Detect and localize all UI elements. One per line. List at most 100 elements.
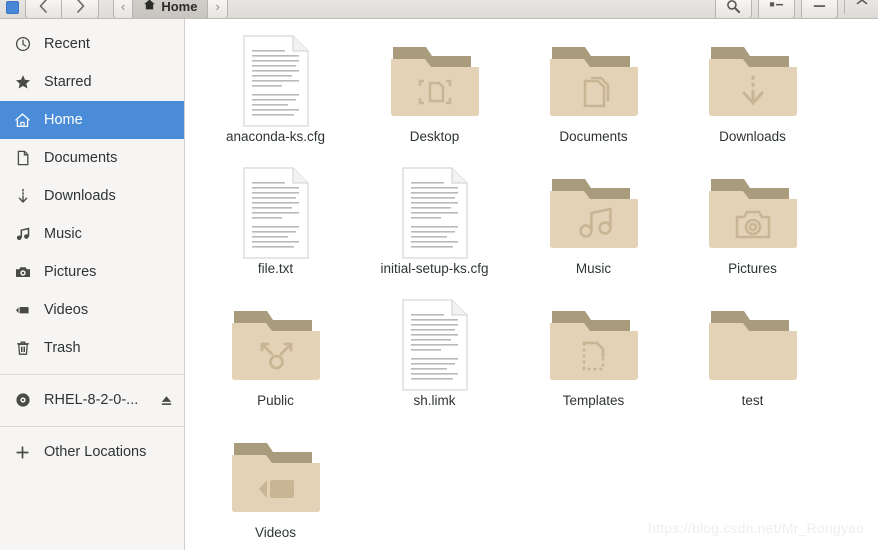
- file-manager-window: ‹ Home › Recent Starred Home Documents D…: [0, 0, 878, 550]
- breadcrumb-prev-button[interactable]: ‹: [113, 0, 134, 18]
- chevron-right-icon: [76, 0, 85, 13]
- sidebar-item-starred[interactable]: Starred: [0, 63, 184, 101]
- eject-icon[interactable]: [159, 393, 174, 408]
- sidebar-item-downloads[interactable]: Downloads: [0, 177, 184, 215]
- sidebar-item-label: Downloads: [44, 188, 116, 204]
- sidebar-item-other-locations[interactable]: Other Locations: [0, 433, 184, 471]
- file-name: file.txt: [257, 261, 294, 276]
- file-name: Music: [575, 261, 612, 276]
- sidebar-item-home[interactable]: Home: [0, 101, 184, 139]
- file-item[interactable]: test: [673, 297, 832, 429]
- sidebar-item-videos[interactable]: Videos: [0, 291, 184, 329]
- sidebar-item-label: Recent: [44, 36, 90, 52]
- file-item[interactable]: anaconda-ks.cfg: [196, 33, 355, 165]
- app-menu-button[interactable]: [6, 1, 19, 14]
- close-button[interactable]: [851, 0, 873, 18]
- breadcrumb: ‹ Home ›: [113, 0, 228, 18]
- download-icon: [14, 188, 31, 205]
- video-icon: [14, 302, 31, 319]
- file-item[interactable]: initial-setup-ks.cfg: [355, 165, 514, 297]
- file-item[interactable]: Downloads: [673, 33, 832, 165]
- file-name: Pictures: [728, 261, 777, 276]
- back-button[interactable]: [25, 0, 62, 18]
- search-icon: [726, 0, 741, 14]
- file-item[interactable]: Desktop: [355, 33, 514, 165]
- file-item[interactable]: sh.limk: [355, 297, 514, 429]
- file-item[interactable]: Documents: [514, 33, 673, 165]
- search-button[interactable]: [715, 0, 752, 18]
- list-view-icon: [769, 0, 784, 12]
- folder-icon-music: [547, 165, 641, 261]
- file-list-area[interactable]: anaconda-ks.cfg Desktop Documents Downlo…: [185, 19, 878, 550]
- sidebar-item-trash[interactable]: Trash: [0, 329, 184, 367]
- sidebar-item-recent[interactable]: Recent: [0, 25, 184, 63]
- breadcrumb-item-home[interactable]: Home: [133, 0, 209, 18]
- file-name: Public: [257, 393, 294, 408]
- close-icon: [856, 0, 868, 15]
- file-name: test: [741, 393, 764, 408]
- document-icon: [14, 150, 31, 167]
- breadcrumb-next-button[interactable]: ›: [208, 0, 228, 18]
- home-icon: [14, 112, 31, 129]
- folder-icon-downloads: [706, 33, 800, 129]
- file-name: sh.limk: [413, 393, 456, 408]
- view-button-group: [758, 0, 795, 18]
- file-item[interactable]: Public: [196, 297, 355, 429]
- file-name: initial-setup-ks.cfg: [380, 261, 489, 276]
- sidebar-item-label: Documents: [44, 150, 118, 166]
- sidebar-item-label: Trash: [44, 340, 81, 356]
- watermark-text: https://blog.csdn.net/Mr_Rongyao: [648, 520, 864, 536]
- sidebar-item-music[interactable]: Music: [0, 215, 184, 253]
- file-name: Downloads: [719, 129, 786, 144]
- minimize-icon: [812, 1, 827, 11]
- camera-icon: [14, 264, 31, 281]
- file-name: Documents: [559, 129, 628, 144]
- text-document-icon: [242, 165, 309, 261]
- optical-disc-icon: [14, 392, 31, 409]
- header-left-controls: ‹ Home ›: [0, 0, 228, 18]
- home-icon: [143, 0, 156, 14]
- sidebar: Recent Starred Home Documents Downloads …: [0, 19, 185, 550]
- breadcrumb-next-label: ›: [215, 0, 220, 14]
- file-name: Videos: [254, 525, 297, 540]
- toolbar-divider: [844, 0, 845, 14]
- plus-icon: [14, 444, 31, 461]
- file-item[interactable]: Pictures: [673, 165, 832, 297]
- file-item[interactable]: Videos: [196, 429, 355, 550]
- sidebar-item-device-rhel[interactable]: RHEL-8-2-0-...: [0, 381, 184, 419]
- sidebar-divider-bottom: [0, 426, 184, 427]
- folder-icon-plain: [706, 297, 800, 393]
- file-item[interactable]: Music: [514, 165, 673, 297]
- trash-icon: [14, 340, 31, 357]
- icon-grid: anaconda-ks.cfg Desktop Documents Downlo…: [185, 19, 878, 550]
- chevron-left-icon: [39, 0, 48, 13]
- sidebar-item-label: Other Locations: [44, 444, 147, 460]
- minimize-button[interactable]: [801, 0, 838, 18]
- sidebar-item-documents[interactable]: Documents: [0, 139, 184, 177]
- sidebar-item-label: Videos: [44, 302, 89, 318]
- sidebar-divider: [0, 374, 184, 375]
- sidebar-item-pictures[interactable]: Pictures: [0, 253, 184, 291]
- header-right-controls: [715, 0, 878, 18]
- file-item[interactable]: file.txt: [196, 165, 355, 297]
- folder-icon-templates: [547, 297, 641, 393]
- music-note-icon: [14, 226, 31, 243]
- breadcrumb-item-label: Home: [161, 0, 198, 14]
- folder-icon-videos: [229, 429, 323, 525]
- star-icon: [14, 74, 31, 91]
- file-name: Desktop: [409, 129, 460, 144]
- search-button-group: [715, 0, 752, 18]
- sidebar-item-label: RHEL-8-2-0-...: [44, 392, 139, 408]
- sidebar-item-label: Home: [44, 112, 83, 128]
- text-document-icon: [401, 165, 468, 261]
- window-body: Recent Starred Home Documents Downloads …: [0, 19, 878, 550]
- folder-icon-desktop: [388, 33, 482, 129]
- forward-button[interactable]: [62, 0, 99, 18]
- minimize-button-group: [801, 0, 838, 18]
- list-view-button[interactable]: [758, 0, 795, 18]
- file-name: anaconda-ks.cfg: [225, 129, 326, 144]
- file-name: Templates: [562, 393, 625, 408]
- folder-icon-pictures: [706, 165, 800, 261]
- sidebar-item-label: Pictures: [44, 264, 97, 280]
- file-item[interactable]: Templates: [514, 297, 673, 429]
